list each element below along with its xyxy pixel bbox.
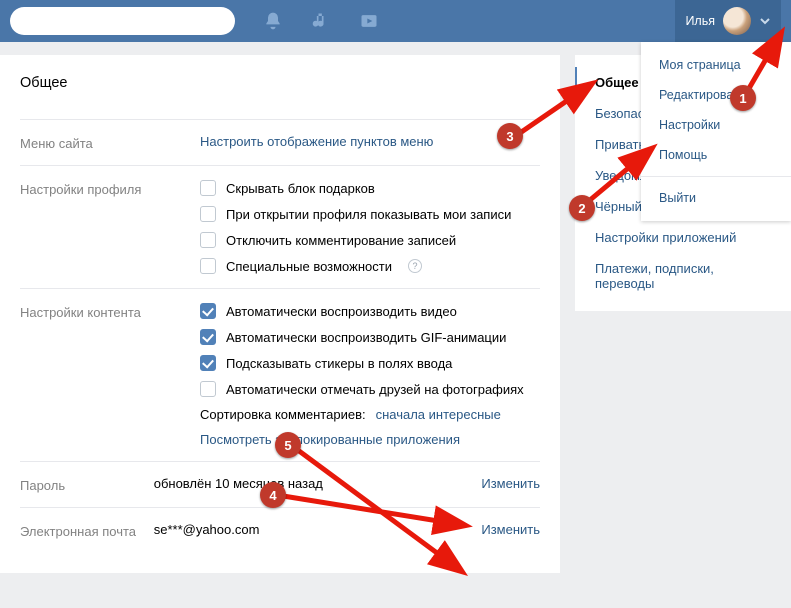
checkbox-on-icon [200,303,216,319]
email-label: Электронная почта [20,522,154,539]
top-header: Илья [0,0,791,42]
annotation-badge-4: 4 [260,482,286,508]
bell-icon[interactable] [263,11,283,31]
search-input[interactable] [10,7,235,35]
comment-sort: Сортировка комментариев: сначала интерес… [200,407,540,422]
dd-help[interactable]: Помощь [641,140,791,170]
email-value: se***@yahoo.com [154,522,260,537]
tab-payments[interactable]: Платежи, подписки, переводы [575,253,791,299]
user-dropdown: Моя страница Редактировать Настройки Пом… [641,42,791,221]
dd-separator [641,176,791,177]
password-label: Пароль [20,476,154,493]
content-options: Автоматически воспроизводить видео Автом… [200,303,540,447]
user-menu-toggle[interactable]: Илья [675,0,781,42]
chevron-down-icon [759,15,771,27]
menu-config-link[interactable]: Настроить отображение пунктов меню [200,134,540,149]
dd-my-page[interactable]: Моя страница [641,50,791,80]
comment-sort-link[interactable]: сначала интересные [376,407,501,422]
music-icon[interactable] [311,11,331,31]
checkbox-icon [200,232,216,248]
blocked-apps-link[interactable]: Посмотреть заблокированные приложения [200,432,540,447]
dd-edit[interactable]: Редактировать [641,80,791,110]
annotation-badge-1: 1 [730,85,756,111]
user-name: Илья [685,14,715,28]
password-change-link[interactable]: Изменить [481,476,540,491]
tab-apps[interactable]: Настройки приложений [575,222,791,253]
video-icon[interactable] [359,11,379,31]
annotation-badge-2: 2 [569,195,595,221]
page-title: Общее [20,75,540,91]
opt-disable-comments[interactable]: Отключить комментирование записей [200,232,540,248]
checkbox-icon [200,258,216,274]
opt-sticker-hints[interactable]: Подсказывать стикеры в полях ввода [200,355,540,371]
opt-accessibility[interactable]: Специальные возможности? [200,258,540,274]
checkbox-icon [200,381,216,397]
profile-row-label: Настройки профиля [20,180,200,197]
opt-autotag-friends[interactable]: Автоматически отмечать друзей на фотогра… [200,381,540,397]
avatar [723,7,751,35]
dd-logout[interactable]: Выйти [641,183,791,213]
menu-row: Меню сайта Настроить отображение пунктов… [20,119,540,165]
opt-show-posts[interactable]: При открытии профиля показывать мои запи… [200,206,540,222]
help-icon[interactable]: ? [408,259,422,273]
email-row: Электронная почта se***@yahoo.com Измени… [20,507,540,553]
checkbox-on-icon [200,329,216,345]
checkbox-icon [200,180,216,196]
opt-hide-gifts[interactable]: Скрывать блок подарков [200,180,540,196]
annotation-badge-3: 3 [497,123,523,149]
annotation-badge-5: 5 [275,432,301,458]
checkbox-on-icon [200,355,216,371]
opt-autoplay-video[interactable]: Автоматически воспроизводить видео [200,303,540,319]
profile-row: Настройки профиля Скрывать блок подарков… [20,165,540,288]
email-change-link[interactable]: Изменить [481,522,540,537]
menu-row-label: Меню сайта [20,134,200,151]
header-icons [263,11,379,31]
profile-options: Скрывать блок подарков При открытии проф… [200,180,540,274]
dd-settings[interactable]: Настройки [641,110,791,140]
content-row-label: Настройки контента [20,303,200,320]
checkbox-icon [200,206,216,222]
opt-autoplay-gif[interactable]: Автоматически воспроизводить GIF-анимаци… [200,329,540,345]
password-value: обновлён 10 месяцев назад [154,476,323,491]
